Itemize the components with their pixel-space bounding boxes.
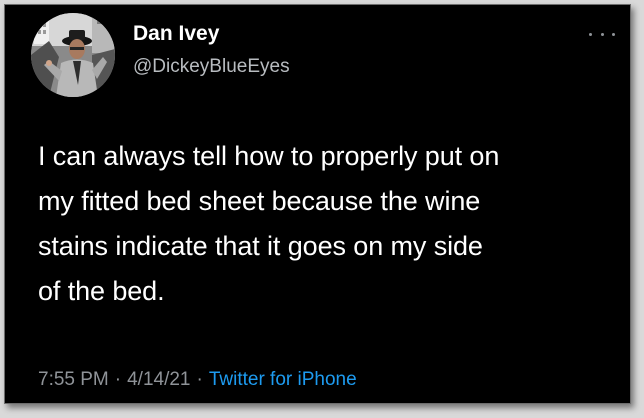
more-options-button[interactable] xyxy=(589,27,615,41)
tweet-text-line: stains indicate that it goes on my side xyxy=(38,231,483,261)
tweet-metadata: 7:55 PM · 4/14/21 · Twitter for iPhone xyxy=(38,366,357,394)
source-link[interactable]: Twitter for iPhone xyxy=(209,369,357,391)
more-horizontal-icon-dot xyxy=(612,32,615,36)
tweet-text-line: I can always tell how to properly put on xyxy=(38,141,500,171)
more-horizontal-icon-dot xyxy=(600,32,604,36)
avatar-photo xyxy=(31,13,115,97)
tweet-text-line: of the bed. xyxy=(38,276,165,306)
author-handle[interactable]: @DickeyBlueEyes xyxy=(133,55,290,79)
tweet-date[interactable]: 4/14/21 xyxy=(127,369,190,391)
more-horizontal-icon xyxy=(589,32,592,36)
metadata-separator: · xyxy=(196,369,203,390)
tweet-time[interactable]: 7:55 PM xyxy=(38,369,109,391)
tweet-text-line: my fitted bed sheet because the wine xyxy=(38,186,481,216)
avatar[interactable] xyxy=(31,13,115,97)
tweet-card: Dan Ivey @DickeyBlueEyes I can always te… xyxy=(4,4,631,404)
author-display-name[interactable]: Dan Ivey xyxy=(133,22,219,46)
tweet-text: I can always tell how to properly put on… xyxy=(38,134,628,314)
metadata-separator: · xyxy=(114,369,122,390)
